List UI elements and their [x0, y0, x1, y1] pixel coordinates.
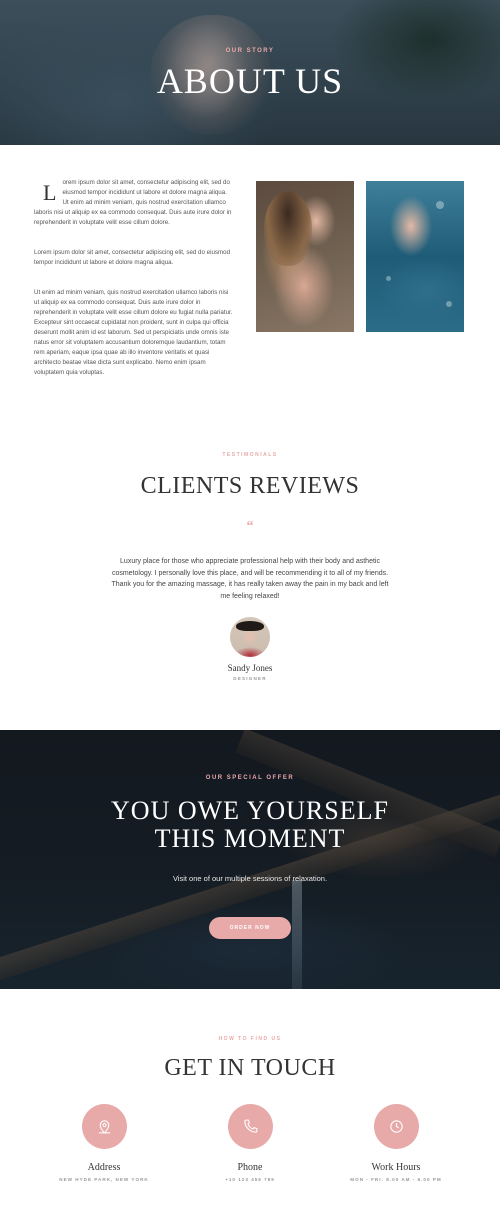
reviewer-name: Sandy Jones — [227, 663, 273, 673]
offer-title-line: YOU OWE YOURSELF — [111, 796, 389, 825]
contact-item-address: Address NEW HYDE PARK, NEW YORK — [29, 1104, 179, 1182]
bubble-shape — [436, 201, 444, 209]
story-paragraph-text: orem ipsum dolor sit amet, consectetur a… — [34, 179, 232, 226]
order-now-button[interactable]: ORDER NOW — [209, 917, 291, 939]
avatar — [230, 617, 270, 657]
contact-value: NEW HYDE PARK, NEW YORK — [59, 1177, 149, 1182]
testimonials-eyebrow: TESTIMONIALS — [222, 452, 278, 458]
dropcap-letter: L — [43, 180, 57, 205]
offer-title: YOU OWE YOURSELF THIS MOMENT — [0, 797, 500, 853]
contact-item-hours: Work Hours MON - FRI: 8.00 AM - 6.00 PM — [321, 1104, 471, 1182]
special-offer-section: OUR SPECIAL OFFER YOU OWE YOURSELF THIS … — [0, 730, 500, 989]
testimonials-title: CLIENTS REVIEWS — [140, 473, 360, 499]
story-paragraph: Ut enim ad minim veniam, quis nostrud ex… — [34, 289, 233, 376]
contact-value: +10 123 456 789 — [225, 1177, 275, 1182]
woman-in-water-image — [366, 181, 464, 332]
quote-icon: “ — [246, 519, 254, 534]
offer-eyebrow: OUR SPECIAL OFFER — [205, 775, 295, 781]
reviewer-role: DESIGNER — [233, 676, 267, 681]
offer-text: Visit one of our multiple sessions of re… — [172, 874, 328, 883]
contact-item-phone: Phone +10 123 456 789 — [175, 1104, 325, 1182]
page-title: ABOUT US — [156, 61, 344, 101]
avatar-hat-shape — [236, 621, 264, 631]
hero-section: OUR STORY ABOUT US — [0, 0, 500, 145]
story-text: Lorem ipsum dolor sit amet, consectetur … — [34, 178, 234, 398]
review-text: Luxury place for those who appreciate pr… — [111, 558, 389, 600]
location-pin-icon — [81, 1104, 127, 1149]
contact-label: Work Hours — [371, 1162, 421, 1173]
offer-title-line: THIS MOMENT — [154, 824, 346, 853]
story-paragraph: Lorem ipsum dolor sit amet, consectetur … — [34, 178, 234, 228]
clock-icon — [373, 1104, 419, 1149]
contact-label: Phone — [237, 1162, 263, 1173]
contact-title: GET IN TOUCH — [164, 1055, 336, 1081]
portrait-hair-shape — [264, 191, 312, 266]
contact-value: MON - FRI: 8.00 AM - 6.00 PM — [350, 1177, 442, 1182]
contact-label: Address — [87, 1162, 121, 1173]
woman-portrait-image — [256, 181, 354, 332]
contact-eyebrow: HOW TO FIND US — [218, 1036, 282, 1042]
offer-overlay — [0, 730, 500, 989]
bubble-shape — [386, 276, 391, 281]
bubble-shape — [446, 301, 452, 307]
phone-icon — [227, 1104, 273, 1149]
hero-eyebrow: OUR STORY — [225, 48, 275, 54]
story-paragraph: Lorem ipsum dolor sit amet, consectetur … — [34, 249, 231, 266]
